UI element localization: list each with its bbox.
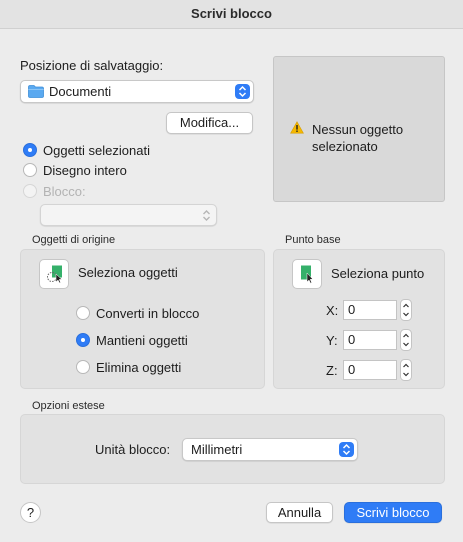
- z-input[interactable]: 0: [343, 360, 397, 380]
- radio-entire-drawing-label: Disegno intero: [43, 163, 127, 178]
- select-point-button[interactable]: [292, 259, 322, 289]
- z-label: Z:: [326, 363, 338, 378]
- radio-convert-to-block-label: Converti in blocco: [96, 306, 200, 321]
- base-point-title: Punto base: [285, 234, 341, 246]
- chevron-updown-icon: [339, 442, 354, 457]
- save-location-label: Posizione di salvataggio:: [20, 58, 164, 73]
- save-location-value: Documenti: [49, 84, 112, 99]
- select-objects-icon: [46, 265, 64, 287]
- x-input[interactable]: 0: [343, 300, 397, 320]
- warning-icon: [290, 121, 304, 137]
- select-objects-label: Seleziona oggetti: [78, 265, 178, 280]
- radio-block: [23, 184, 37, 198]
- window-title: Scrivi blocco: [0, 0, 463, 29]
- write-block-button[interactable]: Scrivi blocco: [344, 502, 442, 523]
- radio-selected-objects-label: Oggetti selezionati: [43, 143, 150, 158]
- chevron-updown-icon: [199, 208, 211, 222]
- radio-keep-objects-label: Mantieni oggetti: [96, 333, 188, 348]
- save-location-popup[interactable]: Documenti: [20, 80, 254, 103]
- radio-selected-objects[interactable]: [23, 143, 37, 157]
- y-label: Y:: [326, 333, 338, 348]
- preview-panel: Nessun oggetto selezionato: [273, 56, 445, 202]
- chevron-updown-icon: [235, 84, 250, 99]
- block-unit-label: Unità blocco:: [95, 442, 171, 457]
- radio-delete-objects-label: Elimina oggetti: [96, 360, 182, 375]
- radio-convert-to-block[interactable]: [76, 306, 90, 320]
- block-unit-value: Millimetri: [191, 442, 243, 457]
- block-select-popup: [40, 204, 217, 226]
- radio-block-label: Blocco:: [43, 184, 86, 199]
- radio-entire-drawing[interactable]: [23, 163, 37, 177]
- help-button[interactable]: ?: [20, 502, 41, 523]
- z-stepper[interactable]: [400, 359, 412, 381]
- select-objects-button[interactable]: [39, 259, 69, 289]
- block-unit-popup[interactable]: Millimetri: [182, 438, 358, 461]
- x-label: X:: [326, 303, 339, 318]
- cancel-button[interactable]: Annulla: [266, 502, 333, 523]
- extended-options-title: Opzioni estese: [32, 400, 105, 412]
- y-input[interactable]: 0: [343, 330, 397, 350]
- y-stepper[interactable]: [400, 329, 412, 351]
- folder-icon: [28, 85, 44, 101]
- radio-delete-objects[interactable]: [76, 360, 90, 374]
- preview-warning-text: Nessun oggetto selezionato: [312, 122, 404, 154]
- radio-keep-objects[interactable]: [76, 333, 90, 347]
- modify-button[interactable]: Modifica...: [166, 112, 253, 134]
- select-point-icon: [300, 265, 316, 287]
- source-objects-title: Oggetti di origine: [32, 234, 116, 246]
- x-stepper[interactable]: [400, 299, 412, 321]
- select-point-label: Seleziona punto: [331, 266, 425, 281]
